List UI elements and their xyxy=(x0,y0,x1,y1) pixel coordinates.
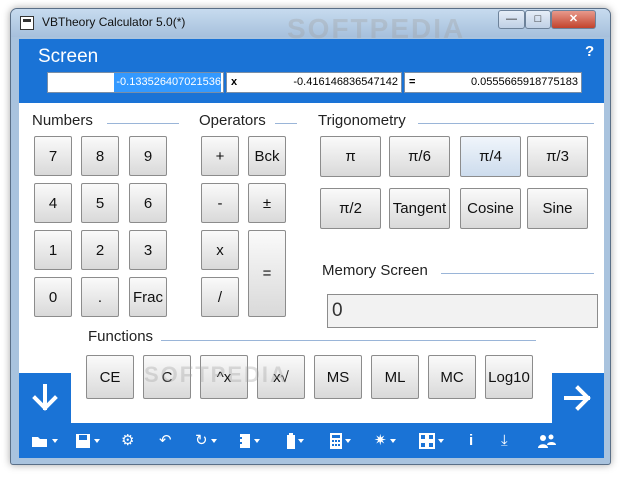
key-clear[interactable]: C xyxy=(143,355,191,399)
key-ce[interactable]: CE xyxy=(86,355,134,399)
trigonometry-divider xyxy=(418,123,594,124)
download-button[interactable]: ⤓ xyxy=(501,431,508,451)
undo-button[interactable]: ↶ xyxy=(159,431,172,451)
key-equals[interactable]: = xyxy=(248,230,286,317)
operand2-value: -0.416146836547142 xyxy=(293,76,398,88)
save-menu[interactable] xyxy=(75,431,100,451)
bottom-toolbar: ⚙ ↶ ↻ ✷ i ⤓ xyxy=(19,423,604,458)
key-multiply[interactable]: x xyxy=(201,230,239,270)
key-backspace[interactable]: Bck xyxy=(248,136,286,176)
key-tangent[interactable]: Tangent xyxy=(389,188,450,229)
key-ms[interactable]: MS xyxy=(314,355,362,399)
key-pi[interactable]: π xyxy=(320,136,381,177)
info-icon: i xyxy=(469,432,474,449)
effects-menu[interactable]: ✷ xyxy=(374,431,396,451)
window-title: VBTheory Calculator 5.0(*) xyxy=(42,15,186,29)
help-icon[interactable]: ? xyxy=(585,43,594,60)
key-6[interactable]: 6 xyxy=(129,183,167,223)
maximize-button[interactable]: □ xyxy=(525,10,551,29)
arrow-down-icon xyxy=(32,384,58,411)
key-divide[interactable]: / xyxy=(201,277,239,317)
key-8[interactable]: 8 xyxy=(81,136,119,176)
app-window: VBTheory Calculator 5.0(*) — □ ✕ Screen … xyxy=(10,8,611,465)
calculator-body: Screen ? -0.133526407021536 x -0.4161468… xyxy=(19,13,604,458)
info-button[interactable]: i xyxy=(469,431,473,451)
key-decimal[interactable]: . xyxy=(81,277,119,317)
numbers-divider xyxy=(107,123,179,124)
key-1[interactable]: 1 xyxy=(34,230,72,270)
key-ml[interactable]: ML xyxy=(371,355,419,399)
memory-divider xyxy=(441,273,594,274)
operators-heading: Operators xyxy=(199,112,266,129)
notebook-icon xyxy=(239,434,250,448)
key-power[interactable]: ^x xyxy=(200,355,248,399)
users-button[interactable] xyxy=(537,431,557,451)
functions-divider xyxy=(161,340,536,341)
key-sine[interactable]: Sine xyxy=(527,188,588,229)
open-menu[interactable] xyxy=(31,431,58,451)
users-icon xyxy=(538,434,556,448)
operand2-field[interactable]: x -0.416146836547142 xyxy=(226,72,402,93)
notebook-menu[interactable] xyxy=(239,431,260,451)
key-9[interactable]: 9 xyxy=(129,136,167,176)
key-mc[interactable]: MC xyxy=(428,355,476,399)
title-bar[interactable]: VBTheory Calculator 5.0(*) — □ ✕ xyxy=(11,9,610,37)
minimize-button[interactable]: — xyxy=(498,10,525,29)
history-menu[interactable]: ↻ xyxy=(195,431,217,451)
close-button[interactable]: ✕ xyxy=(551,10,596,29)
key-pi-over-2[interactable]: π/2 xyxy=(320,188,381,229)
key-7[interactable]: 7 xyxy=(34,136,72,176)
key-cosine[interactable]: Cosine xyxy=(460,188,521,229)
layout-menu[interactable] xyxy=(419,431,444,451)
history-icon: ↻ xyxy=(195,432,208,449)
calculator-menu[interactable] xyxy=(330,431,351,451)
key-minus[interactable]: - xyxy=(201,183,239,223)
key-0[interactable]: 0 xyxy=(34,277,72,317)
memory-screen[interactable]: 0 xyxy=(327,294,598,328)
screen-panel: Screen ? -0.133526407021536 x -0.4161468… xyxy=(19,39,604,103)
operand1-field[interactable]: -0.133526407021536 xyxy=(47,72,224,93)
operand1-value: -0.133526407021536 xyxy=(114,73,221,92)
result-field[interactable]: = 0.0555665918775183 xyxy=(404,72,582,93)
functions-heading: Functions xyxy=(88,328,154,345)
settings-button[interactable]: ⚙ xyxy=(121,431,134,451)
numbers-heading: Numbers xyxy=(32,112,93,129)
gear-icon: ⚙ xyxy=(121,432,135,449)
save-icon xyxy=(76,434,90,448)
key-plus-minus[interactable]: ± xyxy=(248,183,286,223)
next-panel-button[interactable] xyxy=(552,373,604,423)
memory-screen-heading: Memory Screen xyxy=(322,262,428,279)
key-plus[interactable]: + xyxy=(201,136,239,176)
key-log10[interactable]: Log10 xyxy=(485,355,533,399)
key-root[interactable]: x√ xyxy=(257,355,305,399)
undo-icon: ↶ xyxy=(159,432,172,449)
key-3[interactable]: 3 xyxy=(129,230,167,270)
burst-icon: ✷ xyxy=(374,432,387,449)
key-frac[interactable]: Frac xyxy=(129,277,167,317)
calculator-icon xyxy=(330,433,342,449)
download-icon: ⤓ xyxy=(501,432,508,449)
result-value: 0.0555665918775183 xyxy=(470,76,578,88)
operators-divider xyxy=(275,123,297,124)
folder-open-icon xyxy=(32,437,47,447)
key-pi-over-6[interactable]: π/6 xyxy=(389,136,450,177)
grid-icon xyxy=(419,433,435,449)
screen-label: Screen xyxy=(38,46,99,67)
arrow-right-icon xyxy=(564,385,591,411)
key-4[interactable]: 4 xyxy=(34,183,72,223)
battery-icon xyxy=(287,433,295,449)
calculator-app-icon xyxy=(20,16,34,30)
key-5[interactable]: 5 xyxy=(81,183,119,223)
trigonometry-heading: Trigonometry xyxy=(318,112,406,129)
key-pi-over-3[interactable]: π/3 xyxy=(527,136,588,177)
key-2[interactable]: 2 xyxy=(81,230,119,270)
battery-menu[interactable] xyxy=(287,431,304,451)
key-pi-over-4[interactable]: π/4 xyxy=(460,136,521,177)
operator-symbol: x xyxy=(231,76,238,88)
equals-symbol: = xyxy=(409,76,416,88)
expand-down-button[interactable] xyxy=(19,373,71,423)
